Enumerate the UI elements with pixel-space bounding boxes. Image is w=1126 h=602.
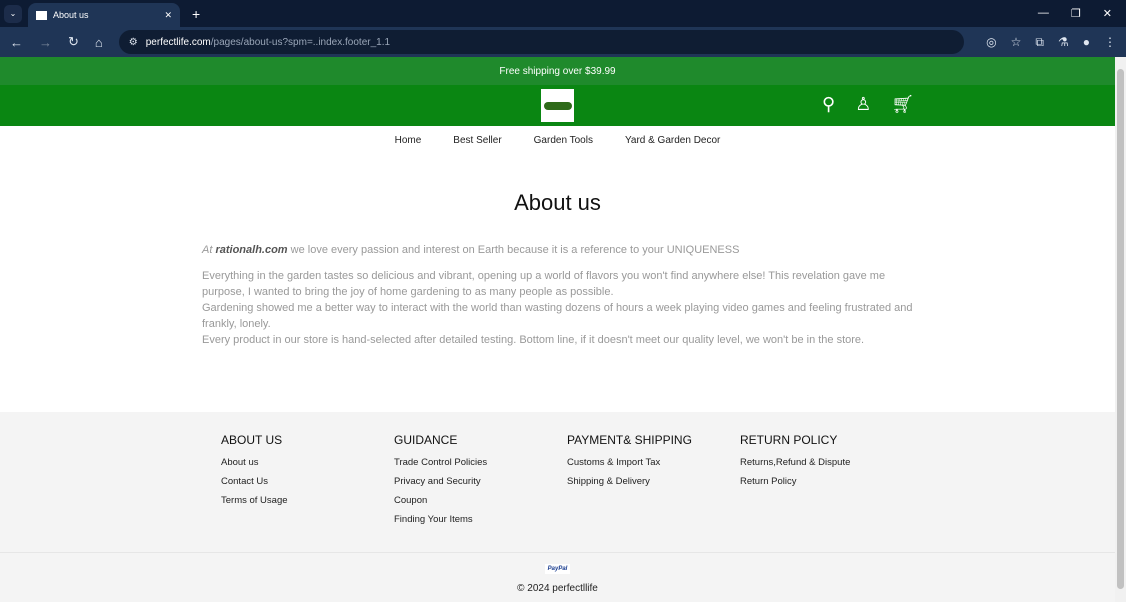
main-nav: Home Best Seller Garden Tools Yard & Gar… (0, 126, 1115, 154)
footer-heading: RETURN POLICY (740, 433, 838, 447)
page-title: About us (514, 190, 601, 215)
site-header: ⚲ ♙ 🛒︎ (0, 85, 1115, 126)
close-window-button[interactable]: ✕ (1103, 7, 1112, 20)
close-tab-icon[interactable]: ✕ (164, 10, 172, 21)
reload-icon[interactable]: ↻ (68, 34, 79, 50)
about-paragraph: Everything in the garden tastes so delic… (202, 270, 886, 298)
about-content: At rationalh.com we love every passion a… (202, 242, 914, 348)
footer-heading: ABOUT US (221, 433, 283, 447)
bookmark-star-icon[interactable]: ☆ (1011, 35, 1022, 50)
copyright: © 2024 perfectllife (517, 583, 598, 594)
account-icon[interactable]: ♙ (855, 94, 871, 115)
tab-about-us[interactable]: About us ✕ (28, 3, 180, 27)
footer-col-guidance: GUIDANCE Trade Control Policies Privacy a… (394, 433, 567, 533)
search-icon[interactable]: ⚲ (822, 94, 835, 115)
about-paragraph: Gardening showed me a better way to inte… (202, 302, 913, 330)
tab-title: About us (53, 10, 89, 20)
footer-link[interactable]: Return Policy (740, 476, 913, 487)
tab-search-button[interactable]: ⌄ (4, 4, 22, 23)
extensions-icon[interactable]: ⧉ (1035, 35, 1044, 50)
footer-link[interactable]: Contact Us (221, 476, 394, 487)
site-settings-icon[interactable]: ⚙ (129, 37, 138, 48)
restore-button[interactable]: ❐ (1071, 7, 1081, 20)
eye-off-icon[interactable]: ◎ (986, 35, 996, 50)
footer-link[interactable]: Returns,Refund & Dispute (740, 457, 913, 468)
footer-link[interactable]: About us (221, 457, 394, 468)
footer-link[interactable]: Finding Your Items (394, 514, 567, 525)
tab-bar: ⌄ About us ✕ + — ❐ ✕ (0, 0, 1126, 27)
profile-icon[interactable]: ● (1083, 35, 1090, 50)
back-icon[interactable]: ← (10, 35, 23, 50)
footer-link[interactable]: Coupon (394, 495, 567, 506)
cart-icon[interactable]: 🛒︎ (891, 94, 914, 115)
nav-yard-decor[interactable]: Yard & Garden Decor (625, 135, 720, 146)
labs-icon[interactable]: ⚗ (1058, 35, 1069, 50)
footer-link[interactable]: Terms of Usage (221, 495, 394, 506)
paypal-icon: PayPal (544, 564, 571, 574)
nav-best-seller[interactable]: Best Seller (453, 135, 501, 146)
nav-home[interactable]: Home (395, 135, 422, 146)
address-bar-row: ← → ↻ ⌂ ⚙ perfectlife.com/pages/about-us… (0, 27, 1126, 57)
url-input[interactable]: ⚙ perfectlife.com/pages/about-us?spm=..i… (118, 30, 965, 54)
favicon-icon (36, 10, 47, 20)
home-icon[interactable]: ⌂ (95, 35, 103, 50)
footer-col-payment: PAYMENT& SHIPPING Customs & Import Tax Sh… (567, 433, 740, 533)
promo-banner: Free shipping over $39.99 (0, 57, 1115, 85)
footer: ABOUT US About us Contact Us Terms of Usag… (0, 412, 1115, 602)
footer-link[interactable]: Privacy and Security (394, 476, 567, 487)
nav-garden-tools[interactable]: Garden Tools (534, 135, 593, 146)
site-logo[interactable] (541, 89, 574, 122)
footer-link[interactable]: Customs & Import Tax (567, 457, 740, 468)
footer-col-about: ABOUT US About us Contact Us Terms of Usag… (221, 433, 394, 533)
new-tab-button[interactable]: + (192, 6, 200, 22)
forward-icon[interactable]: → (39, 35, 52, 50)
footer-link[interactable]: Shipping & Delivery (567, 476, 740, 487)
footer-heading: GUIDANCE (394, 433, 458, 447)
intro-text: At rationalh.com we love every passion a… (202, 244, 740, 256)
footer-link[interactable]: Trade Control Policies (394, 457, 567, 468)
footer-heading: PAYMENT& SHIPPING (567, 433, 692, 447)
menu-icon[interactable]: ⋮ (1104, 35, 1116, 50)
minimize-button[interactable]: — (1038, 7, 1049, 20)
about-paragraph: Every product in our store is hand-selec… (202, 334, 865, 346)
footer-col-return: RETURN POLICY Returns,Refund & Dispute Re… (740, 433, 913, 533)
scrollbar[interactable] (1115, 57, 1126, 602)
